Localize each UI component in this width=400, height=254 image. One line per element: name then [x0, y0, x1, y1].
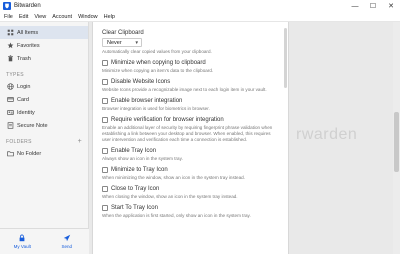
option-help: When the application is first started, o… [102, 213, 251, 218]
send-icon [63, 234, 70, 242]
types-heading: TYPES [6, 71, 24, 78]
minimize-copy-checkbox[interactable] [102, 60, 108, 66]
settings-scrollbar[interactable] [284, 28, 287, 88]
close-to-tray-checkbox[interactable] [102, 186, 108, 192]
cut-off-text [102, 23, 280, 30]
browser-integration-checkbox[interactable] [102, 98, 108, 104]
option-label: Minimize when copying to clipboard [111, 60, 206, 66]
sidebar-item-login[interactable]: Login [0, 80, 88, 93]
bottom-nav: My Vault Send [0, 228, 89, 254]
sidebar-item-secure-note[interactable]: Secure Note [0, 119, 88, 132]
my-vault-button[interactable]: My Vault [0, 229, 45, 254]
option-minimize-copy: Minimize when copying to clipboard Minim… [102, 60, 280, 74]
menu-help[interactable]: Help [104, 14, 115, 20]
sidebar-item-label: Login [17, 83, 31, 90]
disable-website-icons-checkbox[interactable] [102, 79, 108, 85]
trash-icon [6, 55, 14, 63]
clear-clipboard-help: Automatically clear copied values from y… [102, 49, 212, 54]
send-label: Send [61, 244, 72, 249]
folders-heading-label: FOLDERS [6, 138, 32, 145]
sidebar-item-label: Card [17, 96, 29, 103]
option-label: Require verification for browser integra… [111, 117, 224, 123]
menu-edit[interactable]: Edit [19, 14, 28, 20]
start-to-tray-checkbox[interactable] [102, 205, 108, 211]
maximize-button[interactable]: ☐ [364, 0, 382, 12]
close-button[interactable]: ✕ [382, 0, 400, 12]
card-icon [6, 96, 14, 104]
option-browser-integration: Enable browser integration Browser integ… [102, 98, 280, 112]
chevron-down-icon: ▼ [134, 40, 139, 45]
sidebar-item-card[interactable]: Card [0, 93, 88, 106]
option-help: When minimizing the window, show an icon… [102, 175, 245, 180]
option-label: Start To Tray Icon [111, 205, 158, 211]
id-card-icon [6, 109, 14, 117]
sidebar: All Items Favorites Trash TYPES Login Ca… [0, 22, 89, 254]
option-start-to-tray: Start To Tray Icon When the application … [102, 205, 280, 219]
menu-file[interactable]: File [4, 14, 13, 20]
option-label: Close to Tray Icon [111, 186, 160, 192]
add-folder-button[interactable]: + [78, 138, 82, 145]
menu-bar: File Edit View Account Window Help [0, 12, 400, 22]
option-enable-tray-icon: Enable Tray Icon Always show an icon in … [102, 148, 280, 162]
sidebar-item-favorites[interactable]: Favorites [0, 39, 88, 52]
minimize-button[interactable]: — [346, 0, 364, 12]
window-scrollbar-thumb[interactable] [394, 112, 399, 172]
option-help: Minimize when copying an item's data to … [102, 68, 214, 73]
option-label: Enable browser integration [111, 98, 183, 104]
sidebar-item-label: Favorites [17, 42, 40, 49]
window-scrollbar[interactable] [393, 22, 400, 254]
sidebar-item-label: Identity [17, 109, 35, 116]
option-close-to-tray: Close to Tray Icon When closing the wind… [102, 186, 280, 200]
folder-icon [6, 150, 14, 158]
menu-window[interactable]: Window [78, 14, 98, 20]
title-bar: Bitwarden — ☐ ✕ [0, 0, 400, 12]
option-help: When closing the window, show an icon in… [102, 194, 238, 199]
option-help: Website Icons provide a recognizable ima… [102, 87, 267, 92]
sidebar-item-trash[interactable]: Trash [0, 52, 88, 65]
globe-icon [6, 83, 14, 91]
sidebar-item-label: No Folder [17, 150, 42, 157]
option-minimize-to-tray: Minimize to Tray Icon When minimizing th… [102, 167, 280, 181]
enable-tray-icon-checkbox[interactable] [102, 148, 108, 154]
settings-panel: Clear Clipboard Never ▼ Automatically cl… [92, 22, 289, 254]
background-watermark: rwarden [296, 126, 358, 143]
option-label: Minimize to Tray Icon [111, 167, 168, 173]
option-label: Disable Website Icons [111, 79, 171, 85]
folders-heading: FOLDERS + [0, 136, 88, 147]
clear-clipboard-select[interactable]: Never ▼ [102, 38, 142, 47]
option-help: Always show an icon in the system tray. [102, 156, 183, 161]
option-label: Enable Tray Icon [111, 148, 157, 154]
sidebar-item-label: All Items [17, 29, 39, 36]
sidebar-item-label: Secure Note [17, 122, 48, 129]
window-title: Bitwarden [14, 3, 41, 9]
lock-icon [19, 234, 25, 242]
sidebar-item-label: Trash [17, 55, 31, 62]
option-require-verification: Require verification for browser integra… [102, 117, 280, 143]
option-help: Enable an additional layer of security b… [102, 125, 273, 142]
sidebar-item-identity[interactable]: Identity [0, 106, 88, 119]
menu-account[interactable]: Account [52, 14, 72, 20]
star-icon [6, 42, 14, 50]
require-verification-checkbox[interactable] [102, 117, 108, 123]
option-help: Browser integration is used for biometri… [102, 106, 210, 111]
menu-view[interactable]: View [34, 14, 46, 20]
sidebar-item-no-folder[interactable]: No Folder [0, 147, 88, 160]
minimize-to-tray-checkbox[interactable] [102, 167, 108, 173]
clear-clipboard-label: Clear Clipboard [102, 30, 144, 36]
note-icon [6, 122, 14, 130]
clear-clipboard-value: Never [107, 39, 122, 46]
sidebar-item-all-items[interactable]: All Items [0, 26, 88, 39]
my-vault-label: My Vault [13, 244, 31, 249]
option-disable-website-icons: Disable Website Icons Website Icons prov… [102, 79, 280, 93]
bitwarden-logo-icon [3, 2, 11, 10]
grid-icon [6, 29, 14, 37]
send-button[interactable]: Send [45, 229, 90, 254]
